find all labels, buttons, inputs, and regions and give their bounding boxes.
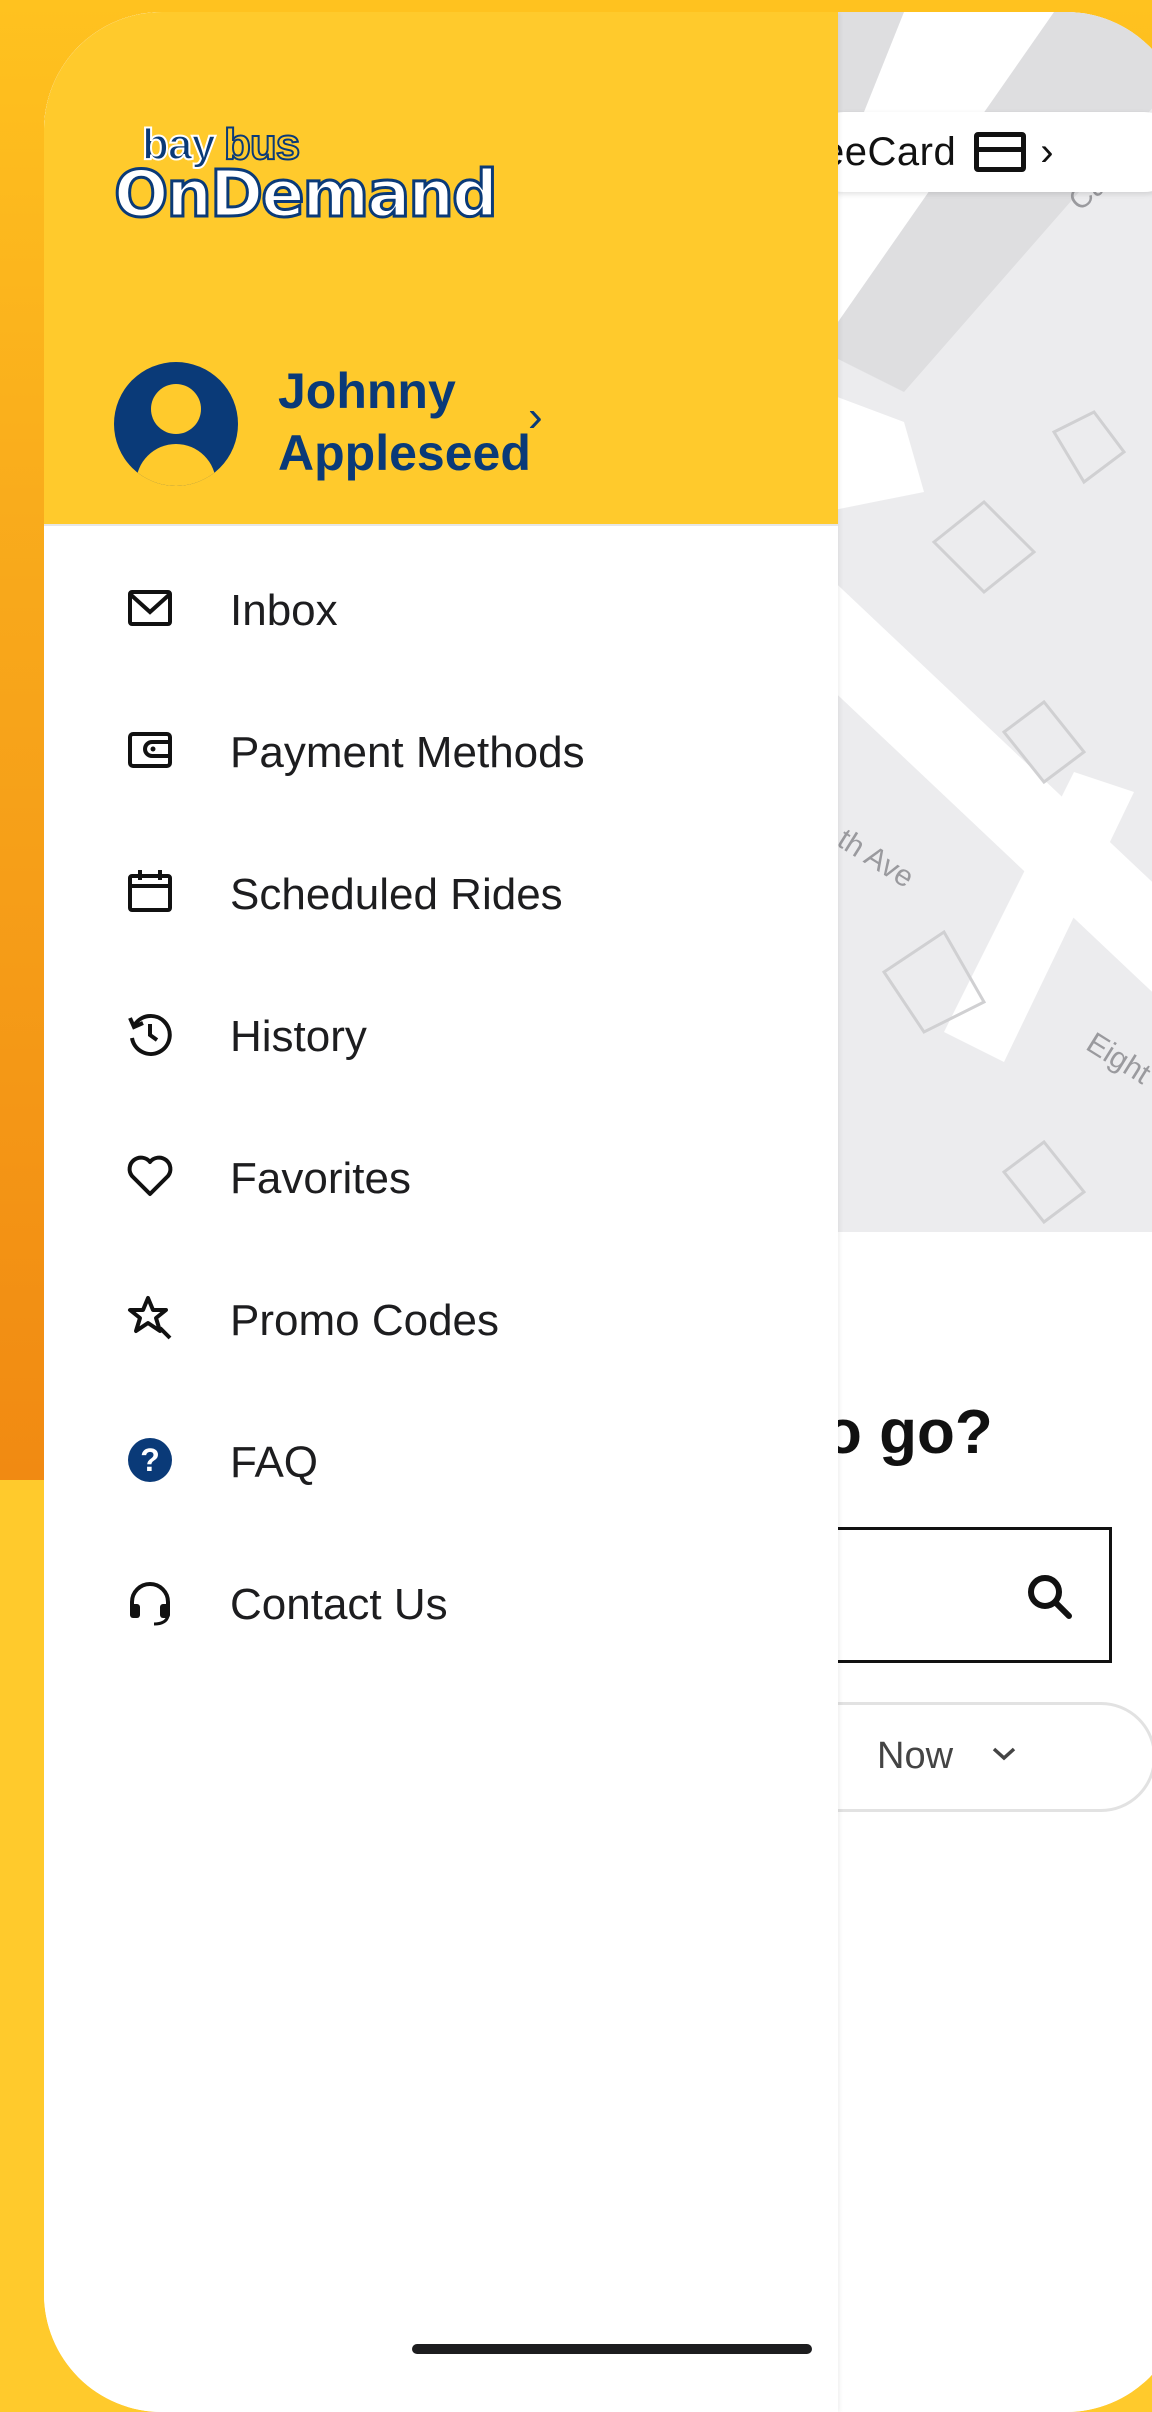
question-icon: ? [128, 1438, 172, 1482]
logo-ondemand-text: OnDemand [113, 157, 500, 234]
drawer-header: bay bus OnDemand Johnny Appleseed › [44, 12, 838, 526]
drawer-menu: Inbox Payment Methods Scheduled Rides Hi… [44, 542, 838, 1678]
avatar [114, 362, 238, 486]
menu-item-history[interactable]: History [44, 968, 838, 1110]
card-label: eeCard [822, 129, 957, 174]
clipper-card-button[interactable]: eeCard › [804, 112, 1152, 192]
menu-item-payment-methods[interactable]: Payment Methods [44, 684, 838, 826]
menu-item-contact-us[interactable]: Contact Us [44, 1536, 838, 1678]
wallet-icon [128, 732, 172, 768]
search-icon [1028, 1575, 1072, 1619]
chevron-down-icon [992, 1747, 1016, 1761]
avatar-shoulders [136, 444, 216, 486]
chevron-right-icon: › [528, 392, 543, 441]
menu-label-payment-methods: Payment Methods [230, 728, 585, 777]
headset-icon [130, 1582, 170, 1626]
side-drawer: bay bus OnDemand Johnny Appleseed › Inbo… [44, 12, 838, 2412]
phone-screen: Carne th Ave Eight eeCard › o go? Now ba… [44, 12, 1152, 2412]
credit-card-icon [974, 132, 1027, 172]
user-first-name: Johnny [278, 363, 456, 419]
chevron-right-icon: › [1040, 129, 1055, 174]
envelope-icon [128, 590, 172, 626]
sheet-title: o go? [824, 1398, 993, 1467]
menu-label-inbox: Inbox [230, 586, 338, 635]
promo-icon [128, 1296, 172, 1340]
svg-text:?: ? [140, 1442, 160, 1478]
menu-label-history: History [230, 1012, 367, 1061]
avatar-head [151, 384, 201, 434]
menu-label-faq: FAQ [230, 1438, 319, 1487]
calendar-icon [128, 870, 172, 912]
menu-item-favorites[interactable]: Favorites [44, 1110, 838, 1252]
profile-link[interactable]: Johnny Appleseed › [114, 362, 674, 492]
menu-label-scheduled-rides: Scheduled Rides [230, 870, 563, 919]
baybus-ondemand-logo: bay bus OnDemand [113, 119, 500, 234]
menu-item-scheduled-rides[interactable]: Scheduled Rides [44, 826, 838, 968]
ride-time-value: Now [877, 1735, 954, 1777]
heart-icon [127, 1155, 173, 1196]
menu-item-faq[interactable]: ? FAQ [44, 1394, 838, 1536]
user-last-name: Appleseed [278, 425, 531, 481]
menu-label-promo-codes: Promo Codes [230, 1296, 500, 1345]
home-indicator[interactable] [412, 2344, 812, 2354]
menu-label-contact-us: Contact Us [230, 1580, 448, 1629]
menu-item-inbox[interactable]: Inbox [44, 542, 838, 684]
user-name: Johnny Appleseed [278, 360, 531, 484]
menu-item-promo-codes[interactable]: Promo Codes [44, 1252, 838, 1394]
menu-label-favorites: Favorites [230, 1154, 411, 1203]
history-icon [128, 1013, 172, 1056]
